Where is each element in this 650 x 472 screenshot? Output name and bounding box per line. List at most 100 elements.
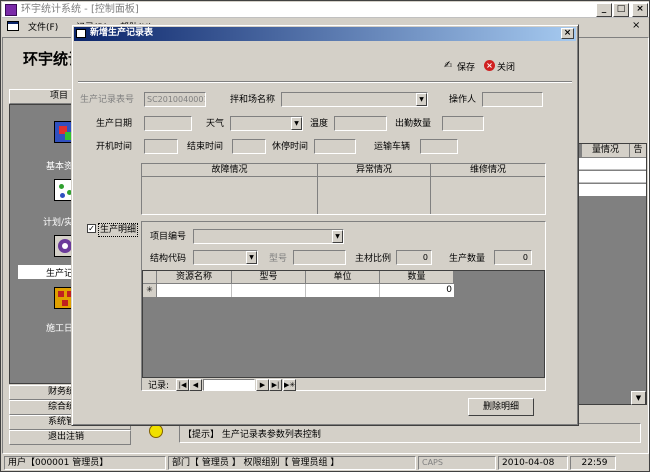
dialog-title: 新增生产记录表 bbox=[90, 28, 154, 38]
save-button[interactable]: ✍ 保存 bbox=[444, 59, 480, 73]
date-field[interactable] bbox=[144, 116, 192, 131]
close-label: 关闭 bbox=[497, 63, 516, 73]
dialog-icon bbox=[76, 29, 86, 38]
project-no-label: 项目编号 bbox=[150, 232, 187, 242]
rest-time-label: 休停时间 bbox=[272, 142, 309, 152]
operator-field[interactable] bbox=[482, 92, 543, 107]
status-caps: CAPS bbox=[418, 456, 496, 470]
form-icon bbox=[7, 21, 19, 31]
close-dialog-button[interactable]: × 关闭 bbox=[484, 59, 522, 73]
menu-file[interactable]: 文件(F) bbox=[28, 20, 58, 33]
vehicles-field[interactable] bbox=[420, 139, 458, 154]
new-row-marker[interactable]: ✳ bbox=[143, 284, 157, 297]
status-dept: 部门【 管理员 】 权限组别【 管理员组 】 bbox=[168, 456, 416, 470]
chevron-down-icon[interactable]: ▼ bbox=[291, 117, 302, 130]
hint-text: 【提示】 生产记录表参数列表控制 bbox=[183, 430, 321, 440]
mixing-station-select[interactable]: ▼ bbox=[281, 92, 428, 107]
output-qty-field[interactable] bbox=[442, 116, 484, 131]
record-no-field: SC2010040001 bbox=[144, 92, 206, 107]
grid-header-1: 量情况 bbox=[582, 144, 630, 157]
vertical-scrollbar[interactable]: ▼ bbox=[631, 391, 646, 405]
nav-item-plan[interactable]: 计划/实 bbox=[43, 215, 73, 228]
vehicles-label: 运输车辆 bbox=[374, 142, 411, 152]
detail-grid: 资源名称 型号 单位 数量 ✳ 0 bbox=[142, 270, 545, 378]
operator-label: 操作人 bbox=[449, 95, 477, 105]
first-record-icon[interactable]: |◀ bbox=[176, 379, 189, 391]
fault-header: 故障情况 bbox=[142, 164, 318, 177]
project-no-select[interactable]: ▼ bbox=[193, 229, 344, 244]
delete-detail-button[interactable]: 删除明细 bbox=[468, 398, 534, 416]
close-red-icon: × bbox=[484, 60, 495, 71]
main-title-bar[interactable]: 环宇统计系统 - [控制面板] _ □ × bbox=[2, 2, 649, 18]
hint-box: 【提示】 生产记录表参数列表控制 bbox=[179, 423, 641, 443]
situation-table: 故障情况 异常情况 维修情况 bbox=[141, 163, 546, 215]
grid-header-2: 告 bbox=[630, 144, 646, 157]
resource-name-header: 资源名称 bbox=[157, 271, 232, 284]
nav-item-basic[interactable]: 基本资 bbox=[46, 159, 73, 172]
start-time-label: 开机时间 bbox=[96, 142, 133, 152]
nav-item-production-label: 生产记 bbox=[46, 269, 74, 279]
prev-record-icon[interactable]: ◀ bbox=[189, 379, 202, 391]
abnormal-header: 异常情况 bbox=[318, 164, 431, 177]
temperature-label: 温度 bbox=[310, 119, 329, 129]
output-qty-label: 出勤数量 bbox=[395, 119, 432, 129]
table-row[interactable]: 0 bbox=[157, 284, 454, 297]
mixing-station-label: 拌和场名称 bbox=[230, 95, 276, 105]
main-ratio-field[interactable]: 0 bbox=[396, 250, 432, 265]
start-time-field[interactable] bbox=[144, 139, 178, 154]
model-cell[interactable] bbox=[232, 284, 306, 297]
mdi-close-icon[interactable]: × bbox=[632, 20, 640, 32]
dialog-close-button[interactable]: × bbox=[561, 28, 574, 39]
status-time: 22:59 bbox=[570, 456, 616, 470]
toolbar-divider bbox=[78, 81, 572, 83]
record-navigator: |◀ ◀ ▶ ▶| ▶✳ bbox=[176, 379, 311, 391]
detail-checkbox-label[interactable]: 生产明细 bbox=[98, 223, 139, 237]
minimize-button[interactable]: _ bbox=[596, 3, 612, 17]
last-record-icon[interactable]: ▶| bbox=[269, 379, 282, 391]
maximize-button[interactable]: □ bbox=[613, 3, 629, 17]
record-label: 记录: bbox=[148, 381, 170, 391]
main-ratio-label: 主材比例 bbox=[355, 254, 392, 264]
nav-logout[interactable]: 退出注销 bbox=[9, 430, 131, 445]
chevron-down-icon[interactable]: ▼ bbox=[246, 251, 257, 264]
close-button[interactable]: × bbox=[632, 3, 648, 17]
structure-code-select[interactable]: ▼ bbox=[193, 250, 258, 265]
app-icon bbox=[5, 4, 17, 16]
status-date: 2010-04-08 bbox=[498, 456, 568, 470]
prod-qty-label: 生产数量 bbox=[449, 254, 486, 264]
end-time-label: 结束时间 bbox=[187, 142, 224, 152]
structure-code-label: 结构代码 bbox=[150, 254, 187, 264]
model-label: 型号 bbox=[269, 254, 288, 264]
dialog-title-bar[interactable]: 新增生产记录表 × bbox=[74, 27, 576, 41]
status-user: 用户【000001 管理员】 bbox=[4, 456, 166, 470]
next-record-icon[interactable]: ▶ bbox=[256, 379, 269, 391]
record-number-input[interactable] bbox=[203, 379, 255, 391]
end-time-field[interactable] bbox=[232, 139, 266, 154]
model-header: 型号 bbox=[232, 271, 306, 284]
temperature-field[interactable] bbox=[334, 116, 387, 131]
chevron-down-icon[interactable]: ▼ bbox=[332, 230, 343, 243]
detail-panel: 项目编号 ▼ 结构代码 ▼ 型号 主材比例 0 生产数量 0 资源名称 型号 单… bbox=[141, 221, 546, 391]
chevron-down-icon[interactable]: ▼ bbox=[416, 93, 427, 106]
quantity-cell[interactable]: 0 bbox=[380, 284, 454, 297]
prod-qty-field[interactable]: 0 bbox=[494, 250, 532, 265]
repair-header: 维修情况 bbox=[431, 164, 545, 177]
date-label: 生产日期 bbox=[96, 119, 133, 129]
fault-cell[interactable] bbox=[142, 177, 318, 214]
abnormal-cell[interactable] bbox=[318, 177, 431, 214]
rest-time-field[interactable] bbox=[314, 139, 356, 154]
new-record-icon[interactable]: ▶✳ bbox=[283, 379, 296, 391]
nav-item-construction[interactable]: 施工日 bbox=[46, 321, 73, 334]
detail-checkbox[interactable]: ✓ bbox=[87, 224, 96, 233]
save-icon: ✍ bbox=[444, 60, 453, 71]
unit-cell[interactable] bbox=[306, 284, 380, 297]
new-production-record-dialog: 新增生产记录表 × ✍ 保存 × 关闭 生产记录表号 SC2010040001 … bbox=[71, 24, 579, 426]
status-bar: 用户【000001 管理员】 部门【 管理员 】 权限组别【 管理员组 】 CA… bbox=[2, 455, 649, 471]
bulb-icon bbox=[149, 424, 163, 438]
repair-cell[interactable] bbox=[431, 177, 545, 214]
quantity-header: 数量 bbox=[380, 271, 454, 284]
row-selector-header bbox=[143, 271, 157, 284]
resource-name-cell[interactable] bbox=[157, 284, 232, 297]
weather-select[interactable]: ▼ bbox=[230, 116, 303, 131]
weather-label: 天气 bbox=[206, 119, 225, 129]
